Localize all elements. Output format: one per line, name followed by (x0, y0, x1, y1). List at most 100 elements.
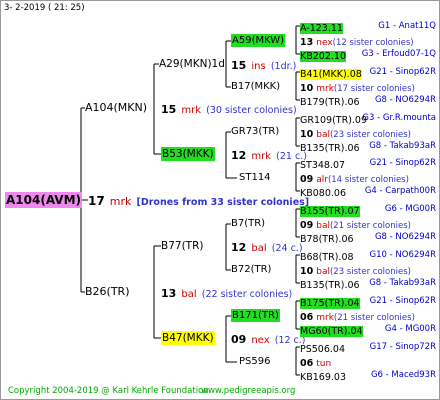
root-drone-count: 17 (88, 194, 105, 208)
footer-copyright: Copyright 2004-2019 @ Karl Kehrle Founda… (8, 386, 209, 396)
drone-desc: (21 sister colonies) (329, 221, 411, 231)
g4-queen[interactable]: B175(TR).04 (300, 298, 360, 309)
g4-queen[interactable]: KB169.03 (300, 372, 346, 383)
drone-code: bal (251, 243, 267, 254)
g4-origin: G21 - Sinop62R (369, 67, 436, 77)
grandparent-queen[interactable]: A29(MKN)1d (159, 57, 225, 71)
g4-queen[interactable]: KB080.06 (300, 188, 346, 199)
g4-row: 10 bal(23 sister colonies) (300, 126, 411, 140)
g4-row: B179(TR).06 (300, 94, 360, 108)
g4-origin: G17 - Sinop72R (369, 342, 436, 352)
g3-queen[interactable]: B72(TR) (231, 263, 271, 276)
g4-queen[interactable]: B135(TR).06 (300, 280, 360, 291)
g4-row: B175(TR).04 (300, 295, 360, 309)
g4-row: 13 nex(12 sister colonies) (300, 34, 414, 48)
g4-queen[interactable]: GR109(TR).09 (300, 115, 367, 126)
g3-queen[interactable]: B17(MKK) (231, 80, 280, 93)
g3-queen[interactable]: B171(TR) (231, 309, 280, 322)
g4-origin: G10 - NO6294R (369, 250, 436, 260)
drone-count: 13 (161, 287, 177, 300)
drone-desc: (21 sister colonies) (333, 313, 415, 323)
drone-count: 15 (231, 59, 247, 72)
g4-queen[interactable]: B155(TR).07 (300, 206, 360, 217)
g4-origin: G1 - Anat11Q (378, 21, 436, 31)
root-queen[interactable]: A104(AVM) (5, 192, 83, 208)
drone-code: nex (251, 335, 270, 346)
parent-drone-queen-drones: 13 bal (22 sister colonies) (161, 285, 292, 302)
parent-queen-drones: 15 mrk (30 sister colonies) (161, 101, 297, 118)
drone-desc: (22 sister colonies) (201, 289, 293, 300)
parent-drone-queen[interactable]: B26(TR) (85, 285, 130, 299)
g4-row: MG60(TR).04 (300, 323, 363, 337)
g3-queen[interactable]: B7(TR) (231, 217, 265, 230)
g4-queen[interactable]: PS506.04 (300, 344, 345, 355)
parent-queen[interactable]: A104(MKN) (85, 101, 147, 115)
grandparent-drones: 12 mrk (21 c.) (231, 147, 307, 164)
drone-code: mrk (316, 313, 334, 323)
g4-origin: G8 - NO6294R (374, 232, 436, 242)
drone-code: mrk (251, 151, 272, 162)
g4-row: 10 bal(23 sister colonies) (300, 263, 411, 277)
drone-code: alr (316, 175, 328, 185)
g4-origin: G4 - Carpath00R (364, 186, 436, 196)
g4-queen[interactable]: B41(MKK).08 (300, 69, 362, 80)
g4-queen[interactable]: B68(TR).08 (300, 252, 354, 263)
drone-code: mrk (181, 105, 202, 116)
g4-queen[interactable]: B179(TR).06 (300, 97, 360, 108)
g4-origin: G21 - Sinop62R (369, 158, 436, 168)
drone-count: 09 (300, 174, 314, 185)
drone-code: bal (316, 221, 330, 231)
g4-row: A-123.11 (300, 20, 343, 34)
drone-desc: (14 sister colonies) (327, 175, 409, 185)
drone-desc: (12 sister colonies) (332, 38, 414, 48)
grandparent-drones: 09 nex (12 c.) (231, 331, 306, 348)
g4-row: 09 alr(14 sister colonies) (300, 171, 409, 185)
g4-origin: G4 - MG00R (384, 324, 436, 334)
drone-code: bal (316, 130, 330, 140)
g3-queen[interactable]: A59(MKW) (231, 34, 286, 47)
drone-desc: (23 sister colonies) (329, 267, 411, 277)
grandparent-queen[interactable]: B53(MKK) (161, 147, 215, 161)
g4-row: 06 tun (300, 355, 332, 369)
pedigree-tree: 3- 2-2019 ( 21: 25) Copyright 2004-2019 … (0, 0, 440, 400)
g4-queen[interactable]: MG60(TR).04 (300, 326, 363, 337)
drone-code: bal (181, 289, 197, 300)
g4-row: B135(TR).06 (300, 277, 360, 291)
drone-desc: (24 c.) (271, 243, 303, 254)
drone-code: tun (316, 359, 332, 369)
g3-queen[interactable]: PS596 (239, 355, 270, 368)
g4-row: B135(TR).06 (300, 140, 360, 154)
drone-count: 15 (161, 103, 177, 116)
g3-queen[interactable]: ST114 (239, 171, 271, 184)
header-date: 3- 2-2019 ( 21: 25) (4, 3, 85, 13)
drone-code: ins (251, 61, 266, 72)
drone-code: nex (316, 38, 333, 48)
g4-queen[interactable]: B135(TR).06 (300, 143, 360, 154)
g4-queen[interactable]: KB202.10 (300, 51, 346, 62)
grandparent-queen[interactable]: B77(TR) (161, 239, 203, 253)
g4-row: B68(TR).08 (300, 249, 354, 263)
g4-origin: G8 - Takab93aR (369, 278, 436, 288)
g4-queen[interactable]: A-123.11 (300, 23, 343, 34)
g3-queen[interactable]: GR73(TR) (231, 125, 279, 138)
g4-row: 10 mrk(17 sister colonies) (300, 80, 415, 94)
grandparent-drones: 15 ins (1dr.) (231, 57, 296, 74)
g4-row: B155(TR).07 (300, 203, 360, 217)
g4-row: KB202.10 (300, 48, 346, 62)
g4-queen[interactable]: B78(TR).06 (300, 234, 354, 245)
drone-count: 10 (300, 266, 314, 277)
g4-origin: G6 - Maced93R (370, 370, 436, 380)
g4-origin: G8 - Takab93aR (369, 141, 436, 151)
g4-row: 06 mrk(21 sister colonies) (300, 309, 415, 323)
grandparent-queen[interactable]: B47(MKK) (161, 331, 215, 345)
footer-site: www.pedigreeapis.org (201, 386, 296, 396)
g4-row: 09 bal(21 sister colonies) (300, 217, 411, 231)
drone-desc: (1dr.) (270, 61, 297, 72)
drone-count: 09 (231, 333, 247, 346)
drone-count: 10 (300, 129, 314, 140)
root-drones: 17 mrk [Drones from 33 sister colonies] (88, 192, 309, 211)
g4-row: KB080.06 (300, 185, 346, 199)
grandparent-drones: 12 bal (24 c.) (231, 239, 303, 256)
g4-origin: G21 - Sinop62R (369, 296, 436, 306)
g4-queen[interactable]: ST348.07 (300, 160, 345, 171)
